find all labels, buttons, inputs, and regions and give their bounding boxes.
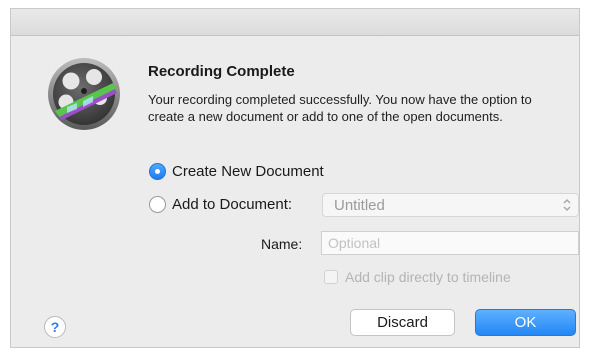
add-to-document-radio[interactable] [149,196,166,213]
dialog-message: Your recording completed successfully. Y… [148,92,532,124]
add-to-document-label: Add to Document: [172,196,293,213]
document-select-value: Untitled [334,197,385,214]
ok-button[interactable]: OK [475,309,576,336]
add-to-document-option[interactable]: Add to Document: [149,196,292,213]
dialog-titlebar[interactable] [11,9,579,36]
add-clip-to-timeline-option[interactable]: Add clip directly to timeline [324,269,511,285]
create-new-document-radio[interactable] [149,163,166,180]
add-clip-to-timeline-label: Add clip directly to timeline [345,269,511,285]
select-chevron-updown-icon [563,198,571,212]
create-new-document-option[interactable]: Create New Document [149,163,324,180]
document-select[interactable]: Untitled [322,193,579,217]
recording-complete-dialog: Recording Complete Your recording comple… [10,8,580,348]
add-clip-to-timeline-checkbox[interactable] [324,270,338,284]
name-input[interactable] [321,231,579,255]
create-new-document-label: Create New Document [172,163,324,180]
dialog-title: Recording Complete [148,63,295,80]
help-button[interactable]: ? [44,316,66,338]
camtasia-film-reel-icon [48,58,120,130]
discard-button[interactable]: Discard [350,309,455,336]
name-label: Name: [261,236,303,252]
